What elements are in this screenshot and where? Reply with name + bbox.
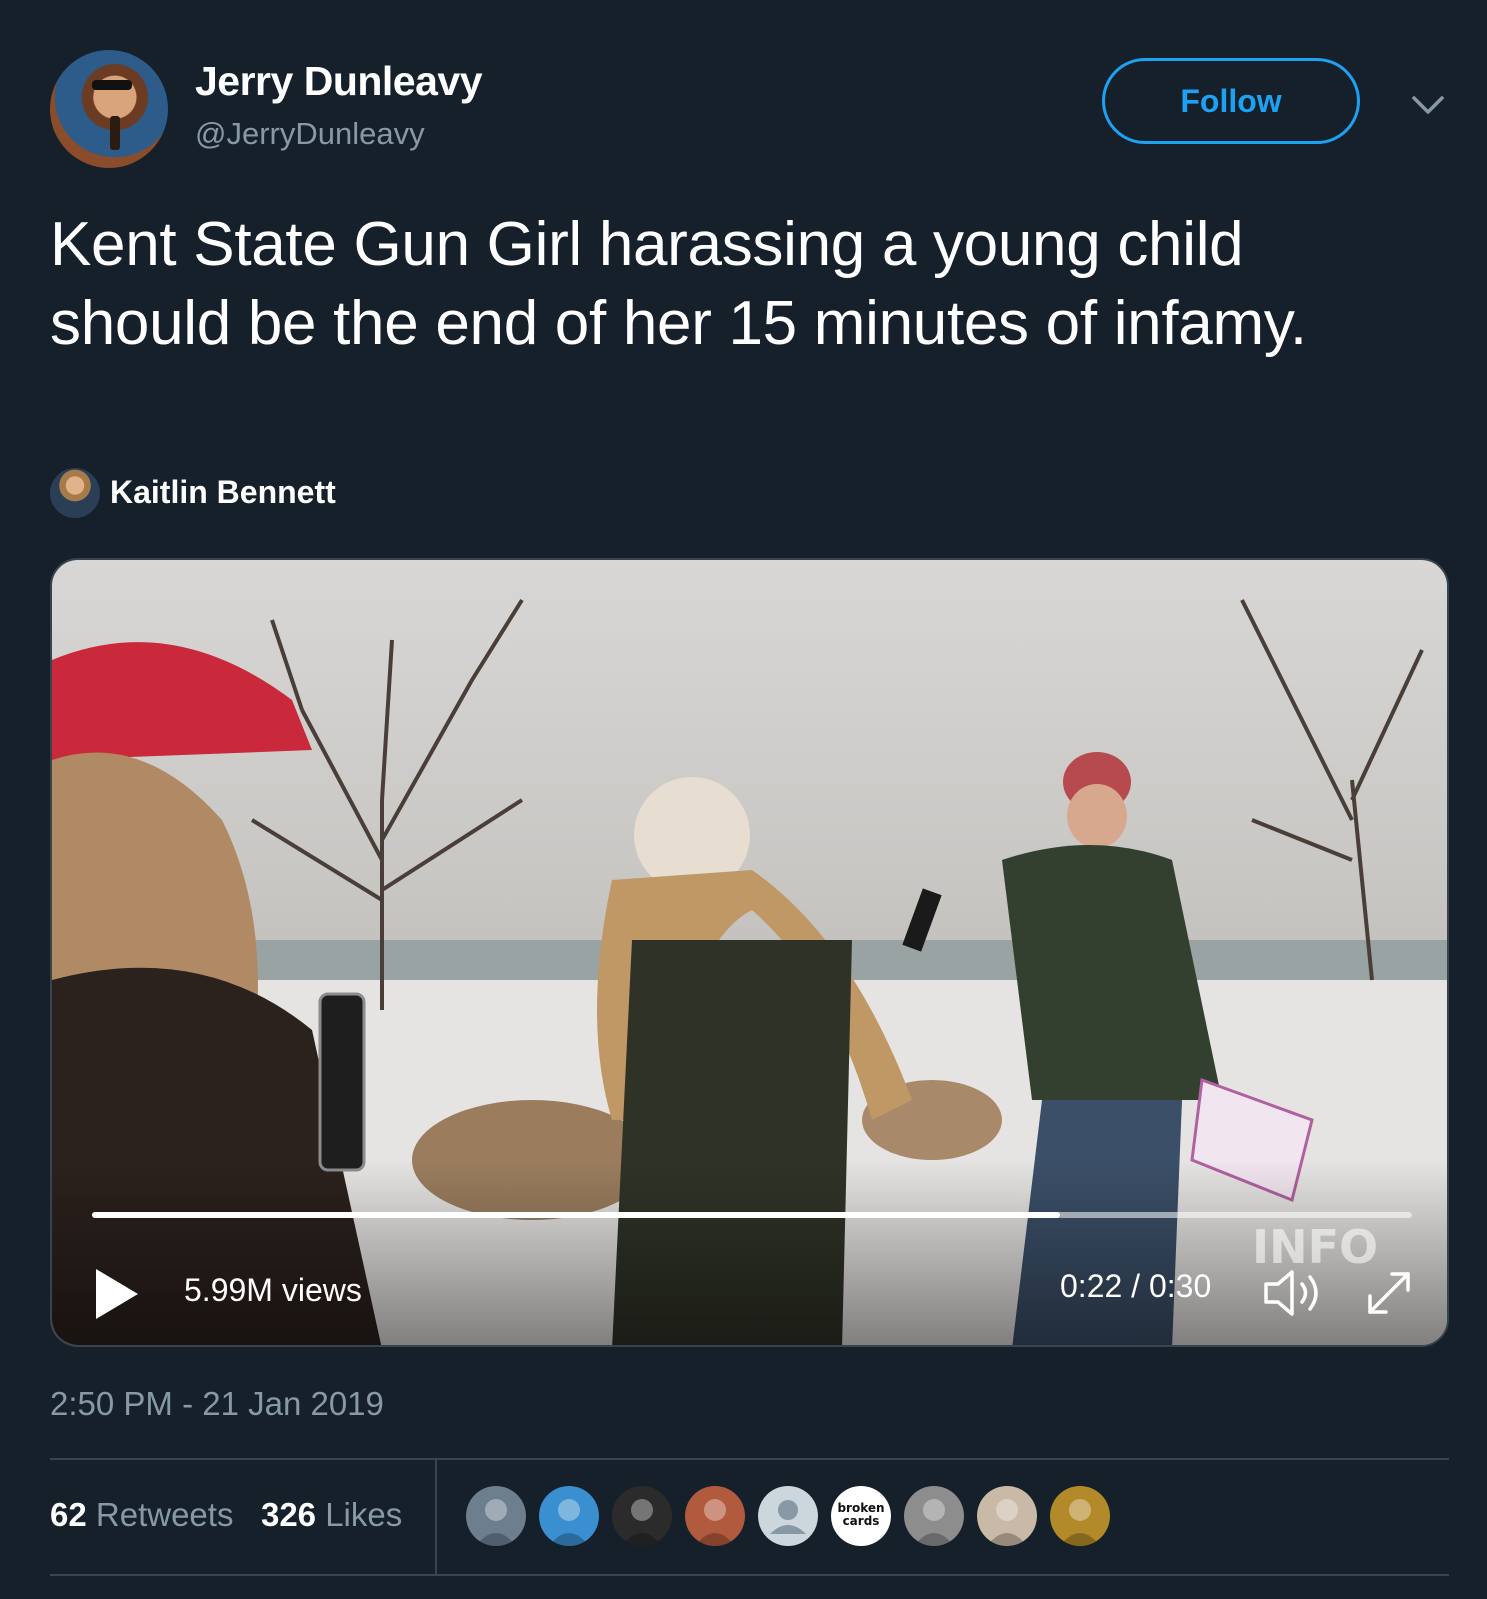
liker-avatar-9[interactable] bbox=[1050, 1486, 1110, 1546]
liker-avatar-1[interactable] bbox=[466, 1486, 526, 1546]
default-profile-icon[interactable] bbox=[758, 1486, 818, 1546]
liker-avatar-4[interactable] bbox=[685, 1486, 745, 1546]
tweet-stats: 62 Retweets 326 Likes bbox=[50, 1496, 402, 1534]
attribution-avatar[interactable] bbox=[50, 468, 100, 518]
avatar-bottle bbox=[110, 116, 120, 150]
stats-divider bbox=[435, 1460, 437, 1574]
liker-avatar-text: broken cards bbox=[837, 1501, 885, 1528]
volume-icon[interactable] bbox=[1262, 1266, 1328, 1320]
fullscreen-icon[interactable] bbox=[1362, 1266, 1416, 1320]
attribution-name[interactable]: Kaitlin Bennett bbox=[110, 474, 336, 511]
video-time: 0:22 / 0:30 bbox=[1060, 1268, 1212, 1304]
liker-avatars: broken cards bbox=[466, 1486, 1110, 1546]
chevron-down-icon[interactable] bbox=[1410, 92, 1446, 118]
video-view-count: 5.99M views bbox=[184, 1272, 362, 1308]
author-handle[interactable]: @JerryDunleavy bbox=[195, 116, 425, 152]
divider-top bbox=[50, 1458, 1449, 1460]
liker-avatar-broken-cards[interactable]: broken cards bbox=[831, 1486, 891, 1546]
follow-button[interactable]: Follow bbox=[1102, 58, 1360, 144]
retweets-stat[interactable]: 62 Retweets bbox=[50, 1496, 233, 1533]
liker-avatar-2[interactable] bbox=[539, 1486, 599, 1546]
author-avatar[interactable] bbox=[50, 50, 168, 168]
retweets-count: 62 bbox=[50, 1496, 87, 1533]
video-player[interactable]: INFO 5.99M views 0:22 / 0:30 bbox=[50, 558, 1449, 1347]
liker-avatar-3[interactable] bbox=[612, 1486, 672, 1546]
divider-bottom bbox=[50, 1574, 1449, 1576]
liker-avatar-8[interactable] bbox=[977, 1486, 1037, 1546]
author-name[interactable]: Jerry Dunleavy bbox=[195, 58, 483, 105]
avatar-glasses bbox=[92, 80, 132, 90]
video-frame bbox=[52, 598, 1447, 1345]
likes-count: 326 bbox=[260, 1496, 317, 1533]
liker-avatar-7[interactable] bbox=[904, 1486, 964, 1546]
tweet-text: Kent State Gun Girl harassing a young ch… bbox=[50, 210, 1307, 358]
likes-label: Likes bbox=[325, 1496, 403, 1533]
tweet-timestamp[interactable]: 2:50 PM - 21 Jan 2019 bbox=[50, 1385, 384, 1423]
video-progress-fill bbox=[92, 1212, 1060, 1218]
retweets-label: Retweets bbox=[95, 1496, 234, 1533]
likes-stat[interactable]: 326 Likes bbox=[261, 1496, 402, 1533]
play-icon[interactable] bbox=[94, 1267, 140, 1321]
